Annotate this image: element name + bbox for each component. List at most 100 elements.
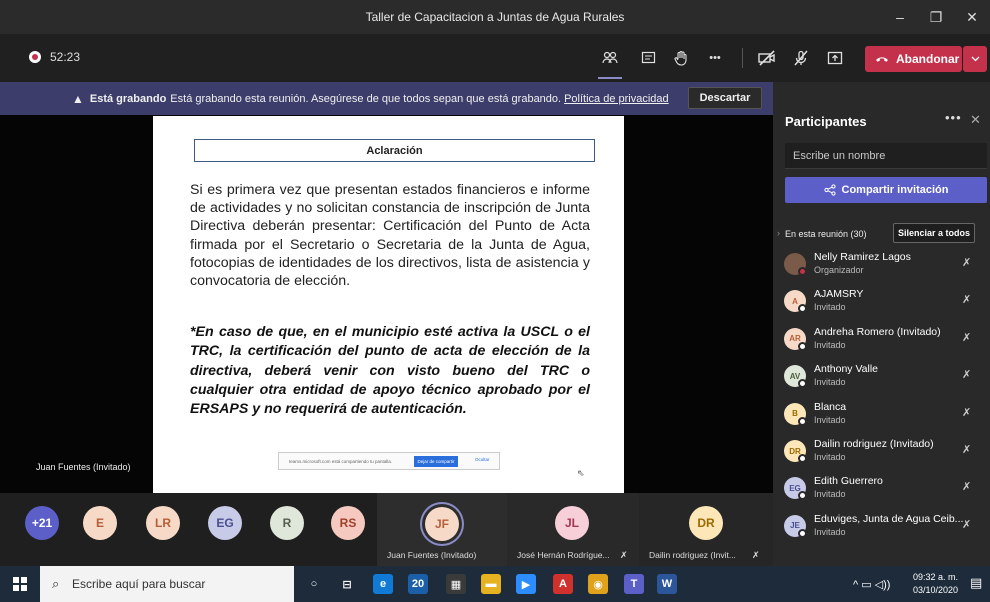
slide-title: Aclaración — [194, 139, 595, 162]
participant-row[interactable]: A AJAMSRY Invitado ✗ — [773, 286, 990, 324]
leave-label: Abandonar — [896, 52, 960, 66]
camera-off-icon[interactable] — [755, 46, 779, 70]
status-dot-icon — [798, 267, 807, 276]
tile-name: José Hernán Rodrígue... — [517, 550, 610, 560]
minimize-button[interactable]: – — [882, 0, 918, 34]
mic-off-icon: ✗ — [962, 257, 972, 269]
cortana-icon[interactable]: ○ — [304, 574, 324, 594]
window-title: Taller de Capacitacion a Juntas de Agua … — [365, 10, 625, 24]
hide-notice-link[interactable]: Ocultar — [475, 457, 490, 462]
participant-row[interactable]: Nelly Ramirez Lagos Organizador ✗ — [773, 249, 990, 287]
close-panel-icon[interactable]: ✕ — [970, 112, 981, 128]
mail-icon[interactable]: 20 — [408, 574, 428, 594]
recording-icon — [29, 51, 41, 63]
participant-role: Invitado — [814, 489, 846, 500]
banner-title: Está grabando — [89, 92, 167, 105]
participant-row[interactable]: DR Dailin rodriguez (Invitado) Invitado ✗ — [773, 436, 990, 474]
participant-row[interactable]: JE Eduviges, Junta de Agua Ceib... Invitad… — [773, 511, 990, 549]
word-icon[interactable]: W — [657, 574, 677, 594]
overflow-participants-button[interactable]: +21 — [25, 506, 59, 540]
mic-off-icon: ✗ — [962, 294, 972, 307]
chat-icon[interactable] — [636, 46, 660, 70]
panel-title: Participantes — [785, 114, 867, 129]
status-dot-icon — [798, 454, 807, 463]
clock-date: 03/10/2020 — [913, 585, 959, 595]
store-icon[interactable]: ▦ — [446, 574, 466, 594]
status-dot-icon — [798, 341, 807, 351]
participants-icon[interactable] — [598, 46, 622, 70]
taskbar-search-box[interactable]: ⌕ Escribe aquí para buscar — [40, 566, 294, 602]
status-dot-icon — [798, 491, 807, 501]
task-view-icon[interactable]: ⊟ — [337, 574, 357, 594]
slide-paragraph: Si es primera vez que presentan estados … — [190, 182, 590, 290]
clock-time: 09:32 a. m. — [913, 572, 959, 582]
share-screen-icon[interactable] — [823, 46, 847, 70]
edge-icon[interactable]: e — [373, 574, 393, 594]
screen-share-notice: teams.microsoft.com está compartiendo tu… — [278, 452, 500, 470]
participant-name: Eduviges, Junta de Agua Ceib... — [814, 512, 964, 525]
mic-off-icon: ✗ — [962, 444, 972, 456]
windows-start-icon[interactable] — [13, 577, 27, 591]
video-tile[interactable]: JL José Hernán Rodrígue... ✗ — [507, 493, 639, 566]
video-tile[interactable]: DR Dailin rodriguez (Invit... ✗ — [639, 493, 773, 566]
leave-dropdown-button[interactable] — [963, 46, 987, 72]
tile-name: Dailin rodriguez (Invit... — [649, 550, 736, 560]
participant-avatar[interactable]: EG — [208, 506, 242, 540]
more-options-icon[interactable]: ••• — [703, 46, 727, 70]
maximize-button[interactable]: ❐ — [918, 0, 954, 34]
privacy-policy-link[interactable]: Política de privacidad — [564, 93, 669, 105]
participant-name: Andreha Romero (Invitado) — [814, 325, 941, 338]
zoom-icon[interactable]: ▶ — [516, 574, 536, 594]
teams-icon[interactable]: T — [624, 574, 644, 594]
share-icon — [823, 184, 836, 196]
notification-icon[interactable]: ▤ — [970, 575, 982, 591]
participant-row[interactable]: B Blanca Invitado ✗ — [773, 399, 990, 437]
participant-avatar[interactable]: RS — [331, 506, 365, 540]
toolbar-separator — [742, 48, 743, 68]
participant-search-input[interactable] — [785, 143, 987, 169]
tile-avatar: JL — [555, 506, 589, 540]
phone-icon — [876, 57, 888, 62]
mic-off-icon: ✗ — [962, 331, 972, 344]
taskbar-clock[interactable]: 09:32 a. m. 03/10/2020 — [913, 571, 958, 597]
participant-avatar[interactable]: E — [83, 506, 117, 540]
participant-role: Invitado — [814, 377, 846, 388]
mic-off-icon: ✗ — [962, 518, 972, 531]
leave-button[interactable]: Abandonar — [865, 46, 962, 72]
raise-hand-icon[interactable] — [669, 46, 693, 70]
participants-panel: Participantes ••• ✕ Compartir invitación… — [773, 82, 990, 566]
participant-row[interactable]: EG Edith Guerrero Invitado ✗ — [773, 473, 990, 511]
video-tile-active[interactable]: JF Juan Fuentes (Invitado) — [377, 493, 507, 566]
mute-all-button[interactable]: Silenciar a todos — [893, 223, 975, 243]
tile-avatar: DR — [689, 506, 723, 540]
participant-avatar[interactable]: LR — [146, 506, 180, 540]
close-button[interactable]: ✕ — [954, 0, 990, 34]
system-tray-icons[interactable]: ^ ▭ ◁)) — [853, 578, 890, 591]
file-explorer-icon[interactable]: ▬ — [481, 574, 501, 594]
participant-row[interactable]: AV Anthony Valle Invitado ✗ — [773, 361, 990, 399]
stop-sharing-button[interactable]: Dejar de compartir — [414, 456, 458, 467]
active-indicator — [598, 77, 622, 79]
status-dot-icon — [798, 528, 807, 538]
participant-avatar[interactable]: R — [270, 506, 304, 540]
tile-avatar: JF — [425, 507, 459, 541]
mic-off-icon[interactable] — [789, 46, 813, 70]
share-invite-button[interactable]: Compartir invitación — [785, 177, 987, 203]
participant-role: Invitado — [814, 526, 846, 537]
in-meeting-header[interactable]: En esta reunión (30) — [777, 228, 867, 239]
more-options-icon[interactable]: ••• — [945, 110, 962, 125]
mouse-cursor-icon: ⇖ — [577, 468, 585, 478]
participant-name: AJAMSRY — [814, 288, 864, 301]
acrobat-icon[interactable]: A — [553, 574, 573, 594]
window-controls: – ❐ ✕ — [882, 0, 990, 34]
meeting-toolbar: 52:23 ••• Abandonar — [0, 34, 990, 82]
dismiss-button[interactable]: Descartar — [688, 87, 762, 109]
recording-banner: ▲ Está grabando Está grabando esta reuni… — [0, 82, 773, 115]
tile-name: Juan Fuentes (Invitado) — [387, 550, 477, 560]
chevron-down-icon — [971, 56, 979, 62]
participant-name: Edith Guerrero — [814, 475, 883, 488]
status-dot-icon — [798, 379, 807, 389]
window-title-bar: Taller de Capacitacion a Juntas de Agua … — [0, 0, 990, 34]
participant-row[interactable]: AR Andreha Romero (Invitado) Invitado ✗ — [773, 324, 990, 362]
chrome-icon[interactable]: ◉ — [588, 574, 608, 594]
